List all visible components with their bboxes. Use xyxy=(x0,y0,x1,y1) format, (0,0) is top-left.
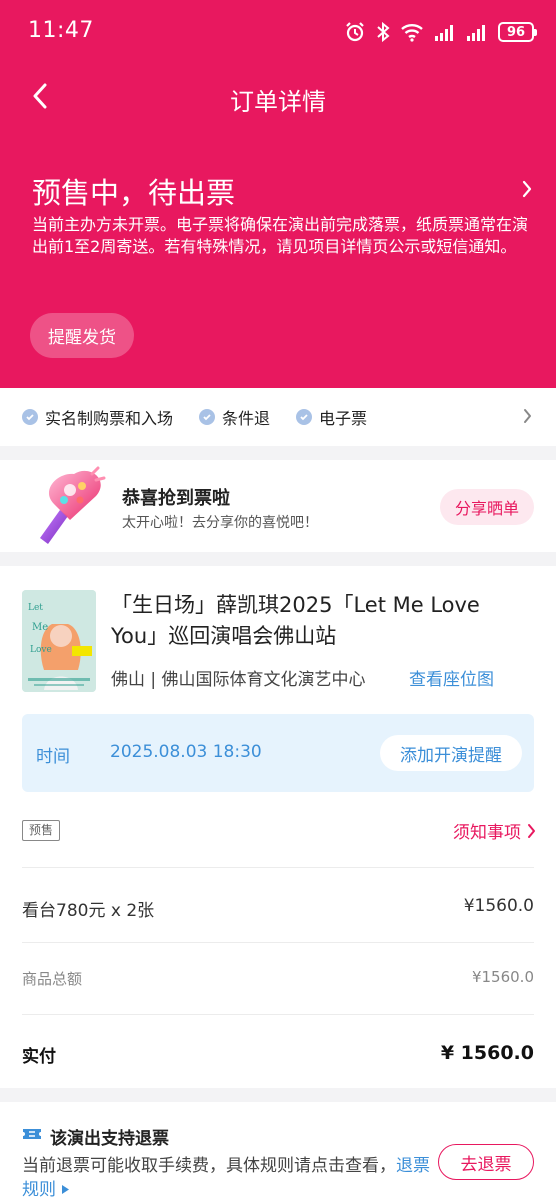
congrats-subtitle: 太开心啦！去分享你的喜悦吧！ xyxy=(122,515,318,531)
check-icon xyxy=(22,409,38,425)
divider xyxy=(22,867,534,868)
alarm-icon xyxy=(344,21,366,43)
refund-card: 该演出支持退票 当前退票可能收取手续费，具体规则请点击查看，退票规则 去退票 xyxy=(0,1102,556,1200)
show-title[interactable]: 「生日场」薛凯琪2025「Let Me Love You」巡回演唱会佛山站 xyxy=(111,590,531,652)
divider xyxy=(22,1014,534,1015)
check-icon xyxy=(296,409,313,425)
order-detail-card: Let Me Love 「生日场」薛凯琪2025「Let Me Love You… xyxy=(0,566,556,1088)
show-poster[interactable]: Let Me Love xyxy=(22,590,96,692)
battery-indicator: 96 xyxy=(498,22,537,42)
status-bar: 11:47 96 xyxy=(0,0,556,64)
paid-amount: ¥ 1560.0 xyxy=(440,1042,534,1064)
refund-description: 当前退票可能收取手续费，具体规则请点击查看，退票规则 xyxy=(22,1154,432,1200)
refund-description-text: 当前退票可能收取手续费，具体规则请点击查看， xyxy=(22,1156,396,1176)
congrats-card: 恭喜抢到票啦 太开心啦！去分享你的喜悦吧！ 分享晒单 xyxy=(0,460,556,552)
status-icons: 96 xyxy=(344,20,537,44)
page-title: 订单详情 xyxy=(230,88,326,116)
tag-label: 实名制购票和入场 xyxy=(45,409,174,428)
svg-text:Me: Me xyxy=(32,622,48,633)
subtotal-amount: ¥1560.0 xyxy=(471,968,534,986)
tag-item: 条件退 xyxy=(199,405,270,429)
lightstick-image xyxy=(30,466,108,546)
paid-label: 实付 xyxy=(22,1047,56,1067)
signal-icon xyxy=(434,23,456,41)
ticket-icon xyxy=(22,1126,42,1146)
congrats-title: 恭喜抢到票啦 xyxy=(122,488,230,509)
ticket-line-item: 看台780元 x 2张 ¥1560.0 xyxy=(22,896,534,921)
check-icon xyxy=(199,409,216,425)
chevron-right-icon[interactable] xyxy=(522,180,532,202)
nav-bar: 订单详情 xyxy=(0,66,556,126)
tag-label: 电子票 xyxy=(319,409,368,428)
subtotal-row: 商品总额 ¥1560.0 xyxy=(22,968,534,989)
presale-badge: 预售 xyxy=(22,820,61,841)
time-value: 2025.08.03 18:30 xyxy=(110,742,262,762)
order-status-title[interactable]: 预售中，待出票 xyxy=(32,170,235,212)
bluetooth-icon xyxy=(376,21,390,43)
add-reminder-button[interactable]: 添加开演提醒 xyxy=(380,735,522,771)
tag-item: 电子票 xyxy=(296,405,367,429)
notice-link[interactable]: 须知事项 xyxy=(453,818,536,843)
svg-text:Let: Let xyxy=(28,603,43,613)
share-order-button[interactable]: 分享晒单 xyxy=(440,489,534,525)
tag-label: 条件退 xyxy=(222,409,271,428)
signal-icon-2 xyxy=(466,23,488,41)
order-status-description: 当前主办方未开票。电子票将确保在演出前完成落票，纸质票通常在演出前1至2周寄送。… xyxy=(32,215,529,256)
notice-link-label: 须知事项 xyxy=(453,823,521,843)
order-status-header: 11:47 96 订单详情 预售中，待出票 当前主办方未开票。电子票将确保在演出… xyxy=(0,0,556,388)
wifi-icon xyxy=(400,22,424,42)
ticket-item-label: 看台780元 x 2张 xyxy=(22,901,155,921)
show-time-box: 时间 2025.08.03 18:30 添加开演提醒 xyxy=(22,714,534,792)
ticket-item-amount: ¥1560.0 xyxy=(463,896,534,916)
seat-map-link[interactable]: 查看座位图 xyxy=(409,665,494,690)
refund-title: 该演出支持退票 xyxy=(50,1129,169,1149)
time-label: 时间 xyxy=(36,747,70,767)
refund-button[interactable]: 去退票 xyxy=(438,1144,534,1180)
svg-text:Love: Love xyxy=(30,645,52,655)
show-venue: 佛山 | 佛山国际体育文化演艺中心 xyxy=(111,670,366,690)
chevron-right-icon[interactable] xyxy=(523,408,532,428)
status-time: 11:47 xyxy=(28,18,94,43)
triangle-right-icon xyxy=(62,1185,70,1194)
subtotal-label: 商品总额 xyxy=(22,970,83,988)
remind-shipping-button[interactable]: 提醒发货 xyxy=(30,313,134,358)
chevron-right-icon xyxy=(528,823,535,838)
divider xyxy=(22,942,534,943)
tag-item: 实名制购票和入场 xyxy=(22,405,173,429)
paid-row: 实付 ¥ 1560.0 xyxy=(22,1042,534,1067)
service-tags-row[interactable]: 实名制购票和入场 条件退 电子票 xyxy=(0,388,556,446)
